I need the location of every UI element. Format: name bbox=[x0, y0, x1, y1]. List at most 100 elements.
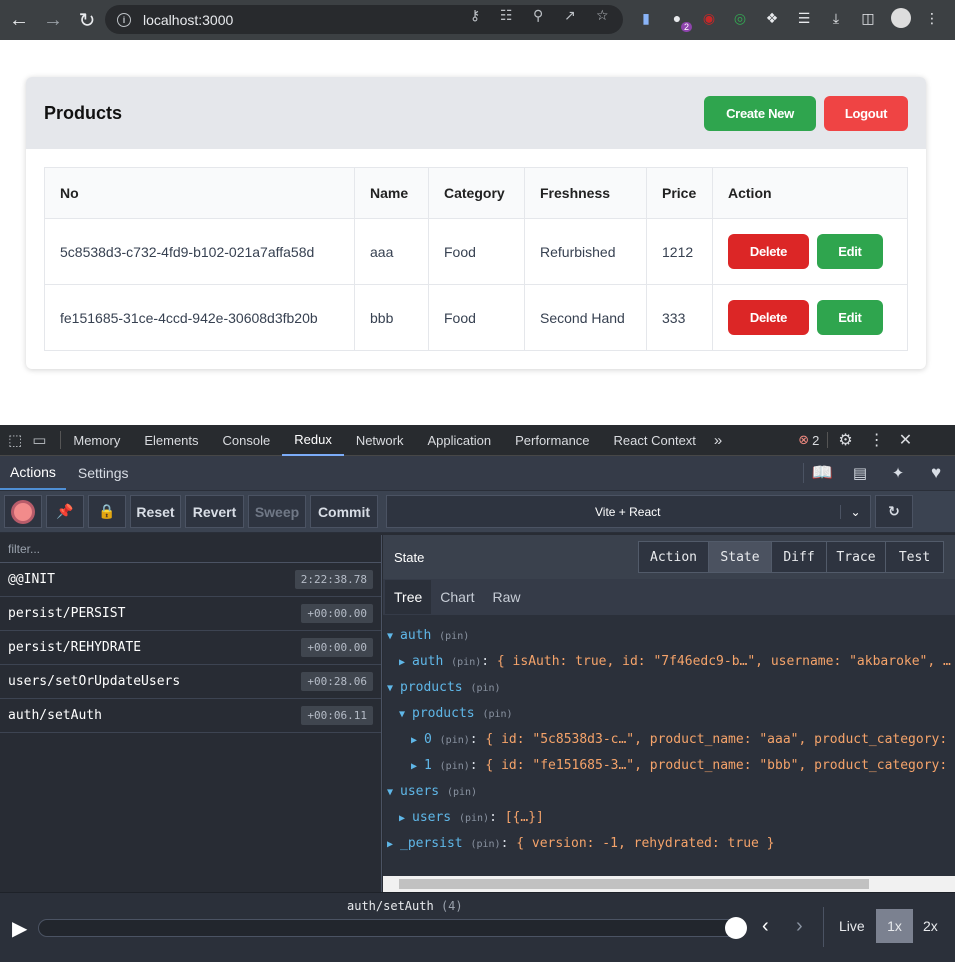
lock-button[interactable]: 🔒 bbox=[88, 495, 126, 528]
avatar[interactable] bbox=[891, 8, 911, 28]
page-title: Products bbox=[44, 102, 123, 123]
pin-label[interactable]: (pin) bbox=[470, 683, 500, 694]
share-icon[interactable]: ↗ bbox=[564, 7, 576, 24]
record-button[interactable] bbox=[4, 495, 42, 528]
speed-1x-button[interactable]: 1x bbox=[876, 909, 913, 943]
tab-tree[interactable]: Tree bbox=[385, 580, 432, 614]
list-item[interactable]: auth/setAuth +00:06.11 bbox=[0, 699, 381, 733]
inspect-element-icon[interactable]: ⬚ bbox=[0, 431, 28, 449]
sweep-button[interactable]: Sweep bbox=[248, 495, 306, 528]
tree-node[interactable]: ▼ products (pin) bbox=[383, 675, 955, 701]
timeline-thumb[interactable] bbox=[725, 917, 747, 939]
speed-2x-button[interactable]: 2x bbox=[923, 918, 938, 934]
tree-node[interactable]: ▼ auth (pin) bbox=[383, 623, 955, 649]
horizontal-scrollbar[interactable] bbox=[383, 876, 955, 892]
pin-label[interactable]: (pin) bbox=[451, 657, 481, 668]
tab-network[interactable]: Network bbox=[344, 425, 416, 456]
reset-button[interactable]: Reset bbox=[130, 495, 181, 528]
close-devtools-icon[interactable]: ✕ bbox=[891, 430, 920, 450]
back-icon[interactable]: ← bbox=[4, 5, 34, 35]
column-header: No bbox=[44, 167, 355, 219]
create-new-button[interactable]: Create New bbox=[704, 95, 816, 131]
tree-node[interactable]: ▶ 1 (pin): { id: "fe151685-3…", product_n… bbox=[383, 753, 955, 779]
translate-icon[interactable]: ☷ bbox=[500, 7, 513, 24]
tab-actions[interactable]: Actions bbox=[0, 456, 66, 490]
menu-dots-icon[interactable]: ⋮ bbox=[923, 9, 941, 27]
tree-node[interactable]: ▼ users (pin) bbox=[383, 779, 955, 805]
monitor-tab-trace[interactable]: Trace bbox=[826, 541, 886, 573]
devtools-menu-icon[interactable]: ⋮ bbox=[863, 430, 891, 450]
instance-select[interactable]: Vite + React ⌄ bbox=[386, 495, 871, 528]
list-item[interactable]: persist/PERSIST +00:00.00 bbox=[0, 597, 381, 631]
twitter-icon[interactable]: ✦ bbox=[879, 464, 917, 482]
tab-console[interactable]: Console bbox=[211, 425, 283, 456]
bookmark-star-icon[interactable]: ☆ bbox=[596, 7, 609, 24]
live-button[interactable]: Live bbox=[839, 918, 865, 934]
delete-button[interactable]: Delete bbox=[728, 300, 809, 335]
scrollbar-thumb[interactable] bbox=[399, 879, 869, 889]
edit-button[interactable]: Edit bbox=[816, 300, 883, 335]
tab-application[interactable]: Application bbox=[416, 425, 504, 456]
list-item[interactable]: persist/REHYDRATE +00:00.00 bbox=[0, 631, 381, 665]
tree-node[interactable]: ▶ 0 (pin): { id: "5c8538d3-c…", product_n… bbox=[383, 727, 955, 753]
tree-node[interactable]: ▶ _persist (pin): { version: -1, rehydrat… bbox=[383, 831, 955, 857]
sync-button[interactable]: ↻ bbox=[875, 495, 913, 528]
tab-settings[interactable]: Settings bbox=[68, 456, 139, 490]
key-icon[interactable]: ⚷ bbox=[470, 7, 480, 24]
pin-button[interactable]: 📌 bbox=[46, 495, 84, 528]
tab-chart[interactable]: Chart bbox=[431, 580, 483, 614]
tab-raw[interactable]: Raw bbox=[484, 580, 530, 614]
extension-doc-icon[interactable]: ▮ bbox=[637, 9, 655, 27]
tree-node[interactable]: ▶ users (pin): [{…}] bbox=[383, 805, 955, 831]
heart-icon[interactable]: ♥ bbox=[917, 463, 955, 483]
target-extension-icon[interactable]: ◎ bbox=[731, 9, 749, 27]
list-item[interactable]: users/setOrUpdateUsers +00:28.06 bbox=[0, 665, 381, 699]
settings-gear-icon[interactable]: ⚙ bbox=[828, 430, 862, 450]
tree-node[interactable]: ▼ products (pin) bbox=[383, 701, 955, 727]
commit-button[interactable]: Commit bbox=[310, 495, 378, 528]
tab-memory[interactable]: Memory bbox=[61, 425, 132, 456]
extension-badge-icon[interactable]: ● 2 bbox=[668, 9, 692, 32]
puzzle-icon[interactable]: ❖ bbox=[763, 9, 781, 27]
revert-button[interactable]: Revert bbox=[185, 495, 244, 528]
logout-button[interactable]: Logout bbox=[824, 95, 908, 131]
download-icon[interactable]: ⤓ bbox=[827, 9, 845, 27]
monitor-tab-action[interactable]: Action bbox=[638, 541, 709, 573]
forward-icon[interactable]: → bbox=[38, 5, 68, 35]
tree-node[interactable]: ▶ auth (pin): { isAuth: true, id: "7f46ed… bbox=[383, 649, 955, 675]
pin-label[interactable]: (pin) bbox=[482, 709, 512, 720]
chat-icon[interactable]: ▤ bbox=[841, 464, 879, 482]
tab-react-context[interactable]: React Context bbox=[602, 425, 708, 456]
step-back-icon[interactable]: ‹ bbox=[762, 915, 769, 938]
filter-input[interactable]: filter... bbox=[0, 535, 381, 563]
tab-elements[interactable]: Elements bbox=[132, 425, 210, 456]
delete-button[interactable]: Delete bbox=[728, 234, 809, 269]
timeline-track[interactable] bbox=[38, 919, 745, 937]
zoom-icon[interactable]: ⚲ bbox=[533, 7, 543, 24]
play-icon[interactable]: ▶ bbox=[12, 916, 27, 941]
edit-button[interactable]: Edit bbox=[816, 234, 883, 269]
reload-icon[interactable]: ↻ bbox=[72, 5, 102, 35]
site-info-icon[interactable]: i bbox=[117, 12, 131, 27]
monitor-tab-diff[interactable]: Diff bbox=[771, 541, 827, 573]
sidepanel-icon[interactable]: ◫ bbox=[859, 9, 877, 27]
pin-label[interactable]: (pin) bbox=[459, 813, 489, 824]
tab-performance[interactable]: Performance bbox=[503, 425, 601, 456]
monitor-tab-state[interactable]: State bbox=[708, 541, 772, 573]
tab-redux[interactable]: Redux bbox=[282, 425, 344, 456]
media-icon[interactable]: ☰ bbox=[795, 9, 813, 27]
book-icon[interactable]: 📖 bbox=[803, 463, 841, 483]
address-bar[interactable]: i localhost:3000 bbox=[105, 5, 623, 34]
eye-extension-icon[interactable]: ◉ bbox=[700, 9, 718, 27]
device-toolbar-icon[interactable]: ▭ bbox=[28, 431, 62, 449]
pin-label[interactable]: (pin) bbox=[447, 787, 477, 798]
error-counter[interactable]: ⊗ 2 bbox=[798, 432, 829, 448]
pin-label[interactable]: (pin) bbox=[470, 839, 500, 850]
monitor-tab-test[interactable]: Test bbox=[885, 541, 944, 573]
pin-label[interactable]: (pin) bbox=[440, 735, 470, 746]
more-tabs-icon[interactable]: » bbox=[708, 432, 728, 449]
step-forward-icon[interactable]: › bbox=[796, 915, 803, 938]
pin-label[interactable]: (pin) bbox=[440, 761, 470, 772]
pin-label[interactable]: (pin) bbox=[439, 631, 469, 642]
list-item[interactable]: @@INIT 2:22:38.78 bbox=[0, 563, 381, 597]
